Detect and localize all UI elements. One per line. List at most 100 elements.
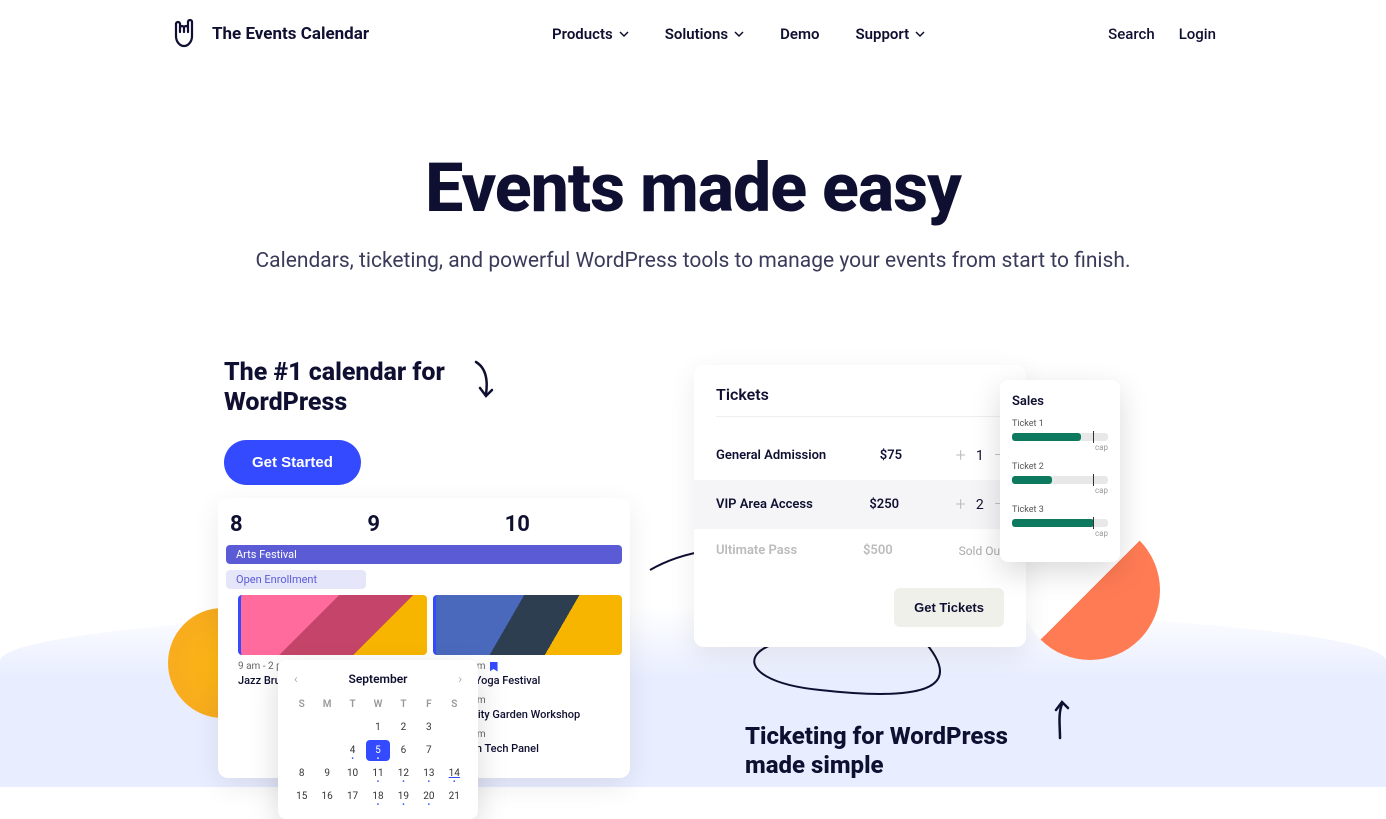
day-number: 9 [367, 512, 480, 537]
nav-solutions-label: Solutions [665, 25, 728, 43]
day-number: 8 [230, 512, 343, 537]
calendar-day-cell[interactable]: 3 [417, 717, 440, 738]
sales-item-label: Ticket 3 [1012, 505, 1108, 515]
calendar-day-cell[interactable]: 12 [392, 763, 415, 784]
ticket-row: Ultimate Pass $500 Sold Out [716, 529, 1004, 572]
arrow-down-icon [472, 360, 496, 404]
calendar-day-cell[interactable]: 11 [366, 763, 389, 784]
mini-calendar: ‹ September › SMTWTFS1234567891011121314… [278, 660, 478, 819]
ticket-name: VIP Area Access [716, 497, 813, 512]
calendar-day-cell[interactable]: 16 [315, 786, 338, 807]
qty-plus-button[interactable]: + [956, 445, 966, 466]
calendar-day-cell[interactable]: 8 [290, 763, 313, 784]
chevron-down-icon [915, 29, 925, 39]
qty-plus-button[interactable]: + [956, 494, 966, 515]
brand-name: The Events Calendar [212, 24, 369, 44]
mini-calendar-grid: SMTWTFS123456789101112131415161718192021 [290, 694, 466, 807]
nav-solutions[interactable]: Solutions [665, 25, 744, 43]
event-thumbnail[interactable] [433, 595, 622, 655]
calendar-day-cell[interactable]: 5 [366, 740, 389, 761]
ticket-name: Ultimate Pass [716, 543, 797, 558]
weekday-header: M [315, 694, 338, 715]
tickets-card: Tickets General Admission $75 + 1 − VIP … [694, 365, 1026, 647]
calendar-day-cell [290, 717, 313, 738]
ticket-price: $250 [869, 497, 899, 512]
sales-item: Ticket 2 cap [1012, 462, 1108, 495]
cap-label: cap [1012, 529, 1108, 538]
calendar-day-cell[interactable]: 10 [341, 763, 364, 784]
sales-item-label: Ticket 2 [1012, 462, 1108, 472]
get-tickets-button[interactable]: Get Tickets [894, 588, 1004, 627]
calendar-heading: The #1 calendar for WordPress [224, 358, 474, 418]
sales-progress-bar [1012, 433, 1108, 441]
calendar-day-cell[interactable]: 9 [315, 763, 338, 784]
qty-value: 1 [976, 448, 984, 464]
calendar-day-cell[interactable]: 19 [392, 786, 415, 807]
calendar-day-cell[interactable]: 7 [417, 740, 440, 761]
calendar-day-cell[interactable]: 2 [392, 717, 415, 738]
calendar-day-cell [443, 740, 466, 761]
sales-item: Ticket 3 cap [1012, 505, 1108, 538]
ticket-price: $500 [863, 543, 893, 558]
nav-products[interactable]: Products [552, 25, 629, 43]
calendar-day-cell[interactable]: 15 [290, 786, 313, 807]
nav-products-label: Products [552, 25, 613, 43]
login-link[interactable]: Login [1179, 25, 1216, 43]
calendar-day-cell[interactable]: 17 [341, 786, 364, 807]
get-started-button[interactable]: Get Started [224, 440, 361, 485]
prev-month-button[interactable]: ‹ [290, 672, 302, 686]
sales-item-label: Ticket 1 [1012, 419, 1108, 429]
calendar-day-cell[interactable]: 4 [341, 740, 364, 761]
calendar-section-heading: The #1 calendar for WordPress Get Starte… [224, 358, 664, 485]
calendar-day-cell[interactable]: 13 [417, 763, 440, 784]
nav-support-label: Support [856, 25, 910, 43]
sales-item: Ticket 1 cap [1012, 419, 1108, 452]
sales-progress-bar [1012, 476, 1108, 484]
chevron-down-icon [734, 29, 744, 39]
event-thumbnail[interactable] [238, 595, 427, 655]
cap-label: cap [1012, 443, 1108, 452]
utility-nav: Search Login [1108, 25, 1216, 43]
calendar-day-cell[interactable]: 6 [392, 740, 415, 761]
calendar-day-cell [443, 717, 466, 738]
chevron-down-icon [619, 29, 629, 39]
calendar-day-cell[interactable]: 18 [366, 786, 389, 807]
weekday-header: S [290, 694, 313, 715]
logo[interactable]: The Events Calendar [170, 16, 369, 52]
weekday-header: S [443, 694, 466, 715]
next-month-button[interactable]: › [454, 672, 466, 686]
cap-label: cap [1012, 486, 1108, 495]
weekday-header: T [341, 694, 364, 715]
sales-title: Sales [1012, 394, 1108, 409]
ticket-row: VIP Area Access $250 + 2 − [694, 480, 1026, 529]
calendar-day-cell[interactable]: 21 [443, 786, 466, 807]
day-number: 10 [505, 512, 618, 537]
tickets-title: Tickets [716, 385, 1004, 417]
weekday-header: T [392, 694, 415, 715]
qty-value: 2 [976, 497, 984, 513]
calendar-day-cell [341, 717, 364, 738]
hand-rock-icon [170, 16, 202, 52]
sales-card: Sales Ticket 1 capTicket 2 capTicket 3 c… [1000, 380, 1120, 562]
weekday-header: W [366, 694, 389, 715]
ticket-name: General Admission [716, 448, 826, 463]
hero-title: Events made easy [0, 148, 1386, 228]
hero-subtitle: Calendars, ticketing, and powerful WordP… [0, 246, 1386, 276]
search-link[interactable]: Search [1108, 25, 1155, 43]
sold-out-label: Sold Out [959, 544, 1004, 558]
calendar-day-cell [315, 740, 338, 761]
nav-support[interactable]: Support [856, 25, 926, 43]
calendar-day-cell[interactable]: 20 [417, 786, 440, 807]
bookmark-icon [490, 662, 498, 672]
calendar-day-cell [315, 717, 338, 738]
nav-demo[interactable]: Demo [780, 25, 819, 43]
event-bar-enrollment[interactable]: Open Enrollment [226, 570, 366, 589]
event-bar-arts[interactable]: Arts Festival [226, 545, 622, 564]
ticketing-heading: Ticketing for WordPress made simple [745, 722, 1045, 780]
calendar-day-cell[interactable]: 14 [443, 763, 466, 784]
main-nav: Products Solutions Demo Support [552, 25, 925, 43]
ticket-price: $75 [880, 448, 902, 463]
ticket-row: General Admission $75 + 1 − [716, 431, 1004, 480]
calendar-day-cell[interactable]: 1 [366, 717, 389, 738]
mini-month-label: September [349, 672, 408, 686]
